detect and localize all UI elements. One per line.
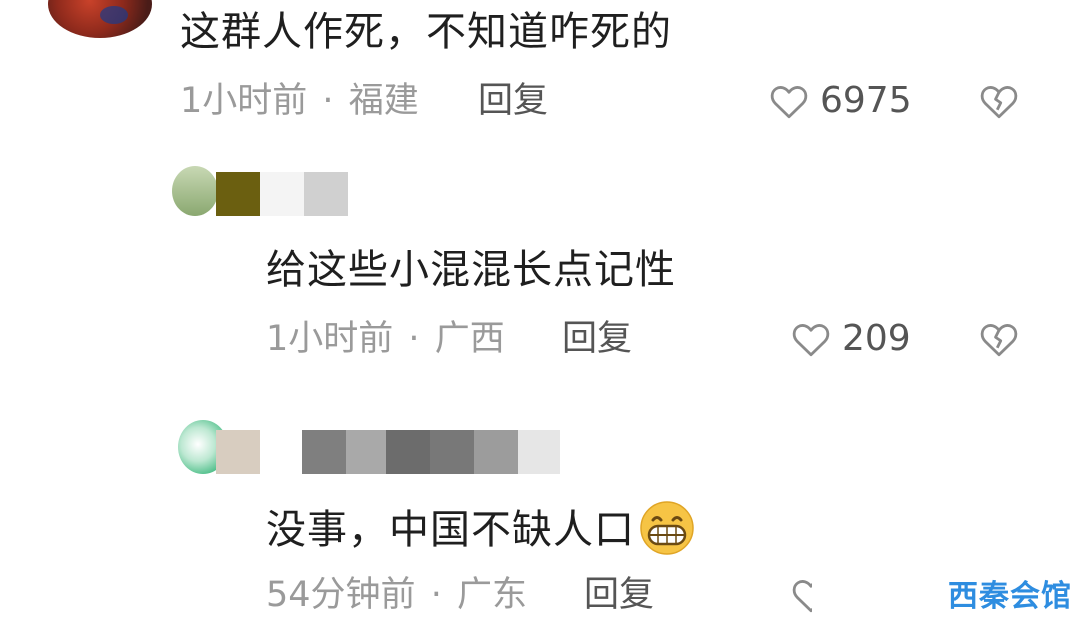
like-button[interactable]	[790, 318, 832, 360]
comment-location: 广东	[456, 575, 527, 615]
broken-heart-icon	[980, 86, 1018, 119]
comment-location: 福建	[348, 81, 419, 121]
comment-time: 54分钟前	[266, 575, 416, 615]
heart-outline-icon	[792, 324, 830, 357]
reply-avatar	[172, 166, 218, 216]
comment-text: 这群人作死，不知道咋死的	[180, 9, 672, 55]
blurred-username	[216, 172, 260, 216]
dislike-button[interactable]	[978, 318, 1020, 360]
comment-body: 没事，中国不缺人口	[266, 501, 695, 556]
like-count: 209	[842, 318, 911, 359]
comment-time: 1小时前	[266, 319, 394, 359]
reply-author-header[interactable]	[178, 420, 560, 474]
heart-outline-icon	[792, 580, 812, 613]
like-button[interactable]	[790, 574, 812, 616]
meta-separator: ·	[408, 319, 420, 359]
meta-separator: ·	[430, 575, 442, 615]
grinning-face-emoji-icon	[639, 500, 695, 556]
meta-separator: ·	[322, 81, 334, 121]
comment-meta: 1小时前 · 福建	[180, 84, 419, 119]
watermark-text: 西秦会馆	[948, 579, 1072, 614]
comment-meta: 54分钟前 · 广东	[266, 578, 527, 613]
like-count: 6975	[820, 80, 912, 121]
broken-heart-icon	[980, 324, 1018, 357]
comment-meta: 1小时前 · 广西	[266, 322, 505, 357]
commenter-avatar[interactable]	[48, 0, 152, 38]
heart-outline-icon	[770, 86, 808, 119]
blurred-username	[216, 430, 260, 474]
reply-button[interactable]: 回复	[584, 578, 654, 613]
reply-button[interactable]: 回复	[478, 84, 548, 119]
like-button[interactable]	[768, 80, 810, 122]
dislike-button[interactable]	[978, 80, 1020, 122]
comment-location: 广西	[434, 319, 505, 359]
comment-text: 没事，中国不缺人口	[266, 507, 635, 553]
comment-time: 1小时前	[180, 81, 308, 121]
reply-author-header[interactable]	[172, 166, 348, 216]
reply-button[interactable]: 回复	[562, 322, 632, 357]
comment-text: 给这些小混混长点记性	[266, 247, 676, 293]
